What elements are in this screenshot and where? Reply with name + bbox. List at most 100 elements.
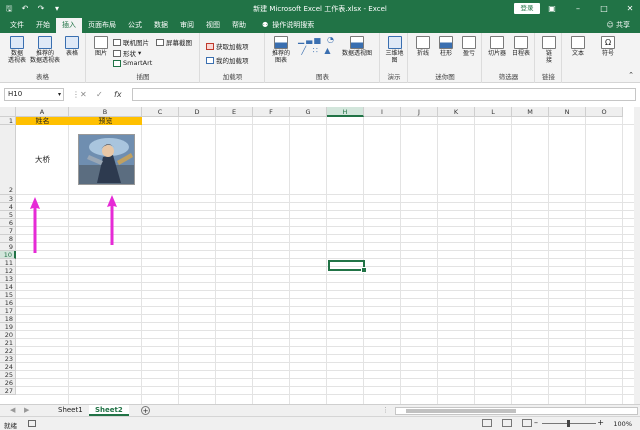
next-sheet-icon[interactable]: ▶	[24, 405, 29, 416]
row-header-13[interactable]: 13	[0, 275, 16, 283]
table-button[interactable]: 表格	[62, 36, 82, 57]
chart-types-icons[interactable]: ▁▃▅ ◔ ╱ ∷ ▲	[296, 36, 338, 55]
column-header-o[interactable]: O	[586, 107, 623, 117]
tab-data[interactable]: 数据	[148, 18, 174, 33]
column-header-b[interactable]: B	[69, 107, 142, 117]
column-header-f[interactable]: F	[253, 107, 290, 117]
row-header-23[interactable]: 23	[0, 355, 16, 363]
row-header-1[interactable]: 1	[0, 117, 16, 125]
select-all-corner[interactable]	[0, 107, 16, 117]
tab-review[interactable]: 审阅	[174, 18, 200, 33]
column-header-m[interactable]: M	[512, 107, 549, 117]
add-sheet-icon[interactable]: +	[141, 406, 150, 415]
row-header-7[interactable]: 7	[0, 227, 16, 235]
tab-page-layout[interactable]: 页面布局	[82, 18, 122, 33]
row-header-26[interactable]: 26	[0, 379, 16, 387]
link-button[interactable]: 链 接	[539, 36, 559, 64]
prev-sheet-icon[interactable]: ◀	[10, 405, 15, 416]
chevron-down-icon[interactable]: ▾	[58, 89, 61, 100]
cancel-icon[interactable]: ✕	[80, 88, 87, 101]
zoom-level[interactable]: 100%	[613, 420, 632, 428]
worksheet-grid[interactable]: ABCDEFGHIJKLMNO 1 2 3 4 5 6 7 8 9 10 11 12 13 14 15 16 1…	[0, 107, 640, 404]
cell-a1[interactable]: 姓名	[16, 117, 69, 125]
selected-cell-h10[interactable]	[328, 260, 367, 273]
row-header-6[interactable]: 6	[0, 219, 16, 227]
recommended-pivot-button[interactable]: 推荐的 数据透视表	[28, 36, 62, 64]
column-header-i[interactable]: I	[364, 107, 401, 117]
column-sparkline-button[interactable]: 柱形	[436, 36, 456, 57]
sheet-tab-sheet2[interactable]: Sheet2	[89, 405, 129, 416]
enter-icon[interactable]: ✓	[96, 88, 103, 101]
row-header-10[interactable]: 10	[0, 251, 16, 259]
slicer-button[interactable]: 切片器	[485, 36, 509, 57]
screenshot-button[interactable]: 屏幕截图	[156, 37, 192, 47]
close-icon[interactable]: ✕	[624, 2, 636, 15]
my-addins-button[interactable]: 我的加载项	[206, 55, 249, 65]
row-header-8[interactable]: 8	[0, 235, 16, 243]
minimize-icon[interactable]: –	[572, 2, 584, 15]
shapes-button[interactable]: 形状 ▾	[113, 48, 141, 58]
line-sparkline-button[interactable]: 折线	[413, 36, 433, 57]
insert-function-button[interactable]: fx	[114, 88, 122, 101]
login-button[interactable]: 登录	[514, 3, 540, 14]
cell-b1[interactable]: 预览	[69, 117, 142, 125]
row-header-20[interactable]: 20	[0, 331, 16, 339]
page-layout-view-icon[interactable]	[502, 419, 512, 427]
tab-formulas[interactable]: 公式	[122, 18, 148, 33]
column-header-d[interactable]: D	[179, 107, 216, 117]
formula-input[interactable]	[132, 88, 636, 101]
ribbon-display-icon[interactable]: ▣	[546, 2, 558, 15]
column-header-k[interactable]: K	[438, 107, 475, 117]
cell-a2[interactable]: 大桥	[16, 125, 69, 195]
recommended-charts-button[interactable]: 推荐的 图表	[270, 36, 292, 64]
zoom-in-icon[interactable]: +	[597, 418, 604, 427]
smartart-button[interactable]: SmartArt	[113, 59, 152, 67]
horizontal-scrollbar[interactable]	[395, 407, 638, 415]
winloss-sparkline-button[interactable]: 盈亏	[459, 36, 479, 57]
3d-map-button[interactable]: 三维地 图	[383, 36, 406, 64]
column-header-j[interactable]: J	[401, 107, 438, 117]
get-addins-button[interactable]: 获取加载项	[206, 41, 249, 51]
symbol-button[interactable]: Ω 符号	[596, 36, 620, 57]
column-header-e[interactable]: E	[216, 107, 253, 117]
row-header-2[interactable]: 2	[0, 125, 16, 195]
row-header-4[interactable]: 4	[0, 203, 16, 211]
row-header-18[interactable]: 18	[0, 315, 16, 323]
scroll-thumb[interactable]	[406, 409, 516, 413]
normal-view-icon[interactable]	[482, 419, 492, 427]
row-header-25[interactable]: 25	[0, 371, 16, 379]
zoom-slider[interactable]: – +	[534, 418, 604, 428]
name-box[interactable]: H10 ▾	[4, 88, 64, 101]
tab-view[interactable]: 视图	[200, 18, 226, 33]
column-header-a[interactable]: A	[16, 107, 69, 117]
row-header-27[interactable]: 27	[0, 387, 16, 395]
column-header-g[interactable]: G	[290, 107, 327, 117]
tab-help[interactable]: 帮助	[226, 18, 252, 33]
row-header-24[interactable]: 24	[0, 363, 16, 371]
vertical-scrollbar[interactable]	[634, 107, 640, 404]
row-header-9[interactable]: 9	[0, 243, 16, 251]
row-header-11[interactable]: 11	[0, 259, 16, 267]
zoom-out-icon[interactable]: –	[534, 418, 538, 427]
pictures-button[interactable]: 图片	[91, 36, 111, 57]
maximize-icon[interactable]: □	[598, 2, 610, 15]
hero-preview-image[interactable]	[78, 134, 135, 185]
undo-icon[interactable]: ↶	[20, 3, 30, 14]
tab-file[interactable]: 文件	[4, 18, 30, 33]
collapse-ribbon-icon[interactable]: ⌃	[628, 71, 634, 79]
online-pictures-button[interactable]: 联机图片	[113, 37, 149, 47]
page-break-view-icon[interactable]	[522, 419, 532, 427]
redo-icon[interactable]: ↷	[36, 3, 46, 14]
row-header-15[interactable]: 15	[0, 291, 16, 299]
tab-home[interactable]: 开始	[30, 18, 56, 33]
sheet-tab-sheet1[interactable]: Sheet1	[52, 405, 89, 416]
row-header-3[interactable]: 3	[0, 195, 16, 203]
pivot-table-button[interactable]: 数据 透视表	[4, 36, 30, 64]
row-header-16[interactable]: 16	[0, 299, 16, 307]
timeline-button[interactable]: 日程表	[509, 36, 533, 57]
tab-insert[interactable]: 插入	[56, 18, 82, 33]
column-header-h[interactable]: H	[327, 107, 364, 117]
row-header-21[interactable]: 21	[0, 339, 16, 347]
row-header-19[interactable]: 19	[0, 323, 16, 331]
row-header-14[interactable]: 14	[0, 283, 16, 291]
